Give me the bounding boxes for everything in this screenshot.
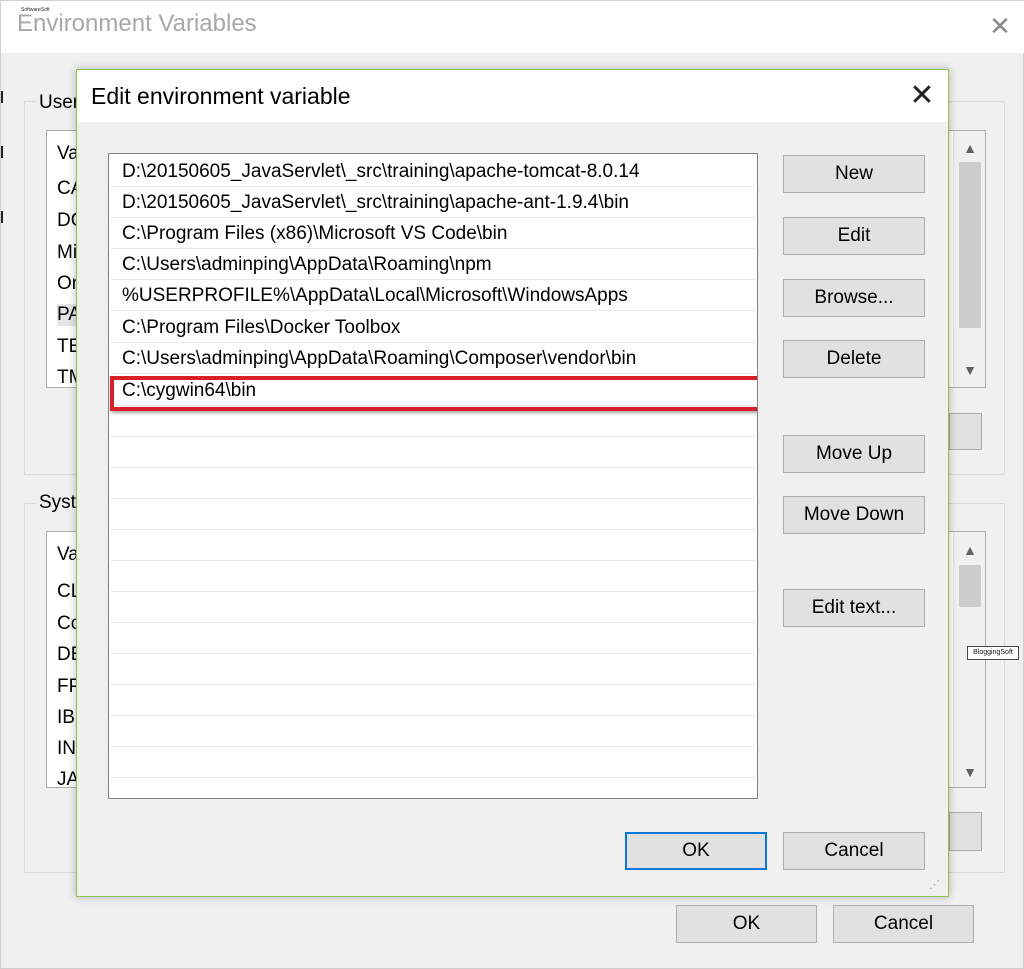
- path-text: D:\20150605_JavaServlet\_src\training\ap…: [122, 161, 640, 182]
- path-text: C:\Program Files\Docker Toolbox: [122, 317, 401, 338]
- edge-mark: [1, 91, 3, 103]
- empty-row[interactable]: [111, 592, 755, 623]
- resize-grip-icon[interactable]: ⋰: [929, 878, 943, 892]
- empty-row[interactable]: [111, 623, 755, 654]
- scrollbar-thumb[interactable]: [959, 565, 981, 607]
- bg-ok-button[interactable]: OK: [676, 905, 817, 943]
- highlight-annotation-box: [110, 376, 757, 411]
- browse-button[interactable]: Browse...: [783, 279, 925, 317]
- edge-mark: [1, 146, 3, 158]
- edit-text-button[interactable]: Edit text...: [783, 589, 925, 627]
- watermark-logo: BloggingSoft: [967, 646, 1019, 660]
- empty-row[interactable]: [111, 530, 755, 561]
- dialog-title: Edit environment variable: [91, 83, 351, 109]
- dialog-title-bar: Edit environment variable ✕: [77, 70, 948, 122]
- new-button[interactable]: New: [783, 155, 925, 193]
- path-row[interactable]: C:\Users\adminping\AppData\Roaming\Compo…: [111, 343, 755, 374]
- path-row[interactable]: D:\20150605_JavaServlet\_src\training\ap…: [111, 187, 755, 218]
- path-row[interactable]: C:\Program Files\Docker Toolbox: [111, 312, 755, 343]
- edit-environment-variable-dialog: Edit environment variable ✕ D:\20150605_…: [76, 69, 949, 897]
- move-up-button[interactable]: Move Up: [783, 435, 925, 473]
- edge-mark: [1, 211, 3, 223]
- empty-row[interactable]: [111, 685, 755, 716]
- empty-row[interactable]: [111, 561, 755, 592]
- path-text: D:\20150605_JavaServlet\_src\training\ap…: [122, 192, 629, 213]
- empty-row[interactable]: [111, 468, 755, 499]
- edit-button[interactable]: Edit: [783, 217, 925, 255]
- system-delete-button[interactable]: [949, 812, 982, 851]
- scroll-up-icon[interactable]: ▲: [958, 137, 982, 159]
- empty-row[interactable]: [111, 499, 755, 530]
- move-down-button[interactable]: Move Down: [783, 496, 925, 534]
- scroll-down-icon[interactable]: ▼: [958, 761, 982, 783]
- path-row[interactable]: %USERPROFILE%\AppData\Local\Microsoft\Wi…: [111, 280, 755, 311]
- path-row[interactable]: C:\Users\adminping\AppData\Roaming\npm: [111, 249, 755, 280]
- delete-button[interactable]: Delete: [783, 340, 925, 378]
- cancel-button[interactable]: Cancel: [783, 832, 925, 870]
- bg-cancel-button[interactable]: Cancel: [833, 905, 974, 943]
- scroll-down-icon[interactable]: ▼: [958, 359, 982, 381]
- empty-row[interactable]: [111, 437, 755, 468]
- path-row[interactable]: C:\Program Files (x86)\Microsoft VS Code…: [111, 218, 755, 249]
- bg-window-title: Environment Variables: [17, 10, 257, 37]
- path-text: %USERPROFILE%\AppData\Local\Microsoft\Wi…: [122, 285, 628, 306]
- scroll-up-icon[interactable]: ▲: [958, 539, 982, 561]
- path-row[interactable]: D:\20150605_JavaServlet\_src\training\ap…: [111, 156, 755, 187]
- ok-button[interactable]: OK: [625, 832, 767, 870]
- close-icon[interactable]: ✕: [907, 81, 937, 111]
- path-text: C:\Users\adminping\AppData\Roaming\npm: [122, 254, 492, 275]
- path-text: C:\Program Files (x86)\Microsoft VS Code…: [122, 223, 508, 244]
- user-list-scrollbar[interactable]: ▲ ▼: [953, 131, 985, 387]
- empty-row[interactable]: [111, 716, 755, 747]
- empty-row[interactable]: [111, 747, 755, 778]
- user-delete-button[interactable]: [949, 413, 982, 450]
- empty-row[interactable]: [111, 654, 755, 685]
- bg-close-icon[interactable]: ✕: [987, 13, 1013, 39]
- scrollbar-thumb[interactable]: [959, 162, 981, 328]
- path-list[interactable]: D:\20150605_JavaServlet\_src\training\ap…: [108, 153, 758, 799]
- bg-title-bar: SoftwareSoft Environment Variables ✕: [1, 1, 1024, 53]
- path-text: C:\Users\adminping\AppData\Roaming\Compo…: [122, 348, 637, 369]
